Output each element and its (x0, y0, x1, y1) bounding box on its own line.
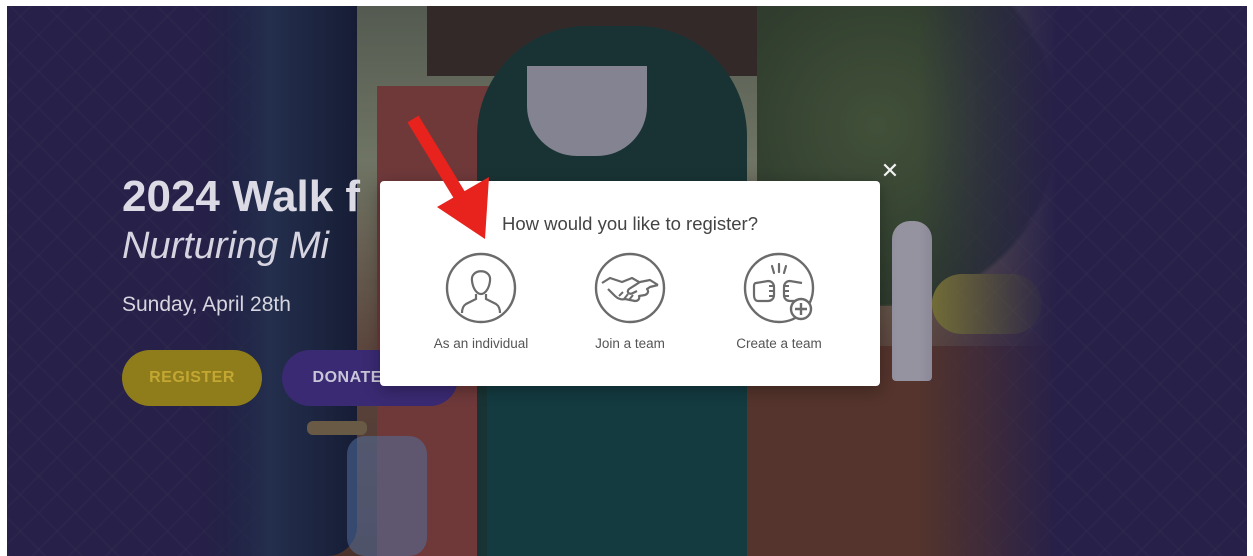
event-date: Sunday, April 28th (122, 293, 291, 316)
hero-title: 2024 Walk f (122, 172, 361, 221)
option-label: As an individual (433, 336, 529, 351)
option-join-team[interactable]: Join a team (560, 251, 700, 361)
register-modal: How would you like to register? As an in… (380, 181, 880, 386)
option-label: Create a team (736, 336, 822, 351)
option-label: Join a team (595, 336, 665, 351)
option-individual[interactable]: As an individual (411, 251, 551, 361)
handshake-icon (594, 252, 666, 324)
close-icon[interactable]: ✕ (878, 160, 902, 184)
fist-bump-plus-icon (743, 252, 815, 324)
modal-title: How would you like to register? (501, 213, 759, 234)
option-create-team[interactable]: Create a team (709, 251, 849, 361)
register-button[interactable]: REGISTER (122, 350, 262, 406)
person-icon (445, 252, 517, 324)
hero-subtitle: Nurturing Mi (122, 225, 329, 267)
